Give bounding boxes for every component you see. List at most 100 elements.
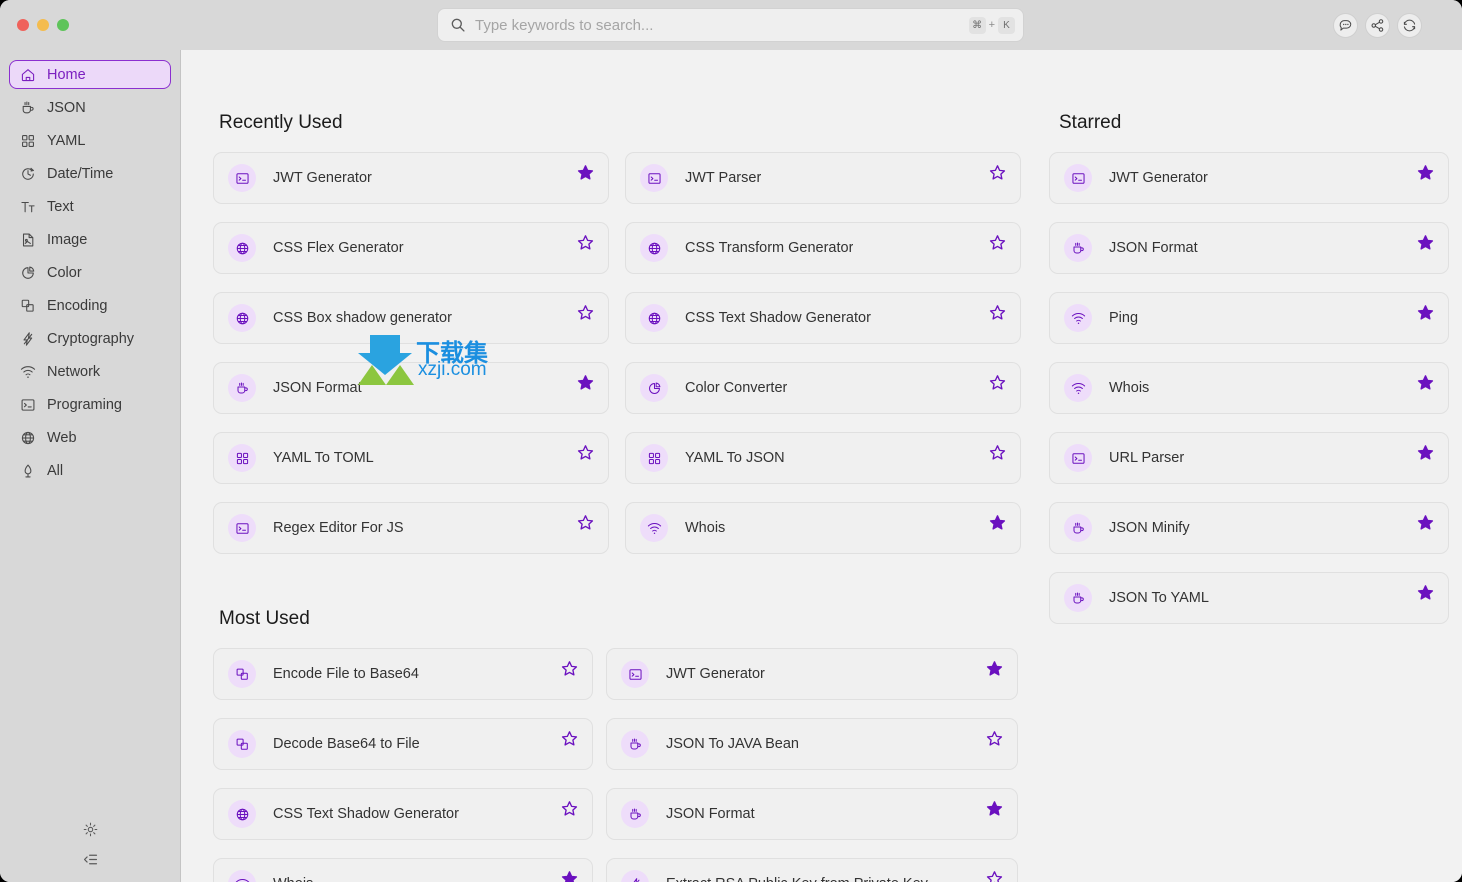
tool-card[interactable]: Color Converter <box>625 362 1021 414</box>
tool-card[interactable]: Decode Base64 to File <box>213 718 593 770</box>
tool-card-label: JSON Format <box>1109 240 1198 256</box>
star-filled-icon[interactable] <box>1417 374 1434 391</box>
star-outline-icon[interactable] <box>577 304 594 321</box>
sidebar-item-programing[interactable]: Programing <box>9 390 171 419</box>
tool-card[interactable]: JSON To JAVA Bean <box>606 718 1018 770</box>
shortcut-key-cmd: ⌘ <box>968 16 986 34</box>
sync-button[interactable] <box>1397 13 1422 38</box>
close-button[interactable] <box>17 19 29 31</box>
tool-card[interactable]: JWT Generator <box>606 648 1018 700</box>
tool-card[interactable]: Regex Editor For JS <box>213 502 609 554</box>
star-filled-icon[interactable] <box>561 870 578 882</box>
collapse-sidebar-button[interactable] <box>72 844 108 874</box>
tool-card[interactable]: JSON Minify <box>1049 502 1449 554</box>
star-outline-icon[interactable] <box>989 304 1006 321</box>
star-filled-icon[interactable] <box>1417 164 1434 181</box>
sidebar-item-cryptography[interactable]: Cryptography <box>9 324 171 353</box>
tool-card[interactable]: Whois <box>1049 362 1449 414</box>
share-button[interactable] <box>1365 13 1390 38</box>
tool-card-label: YAML To TOML <box>273 450 374 466</box>
star-filled-icon[interactable] <box>986 660 1003 677</box>
tool-card-label: JSON Format <box>273 380 362 396</box>
feedback-button[interactable] <box>1333 13 1358 38</box>
tool-card[interactable]: Encode File to Base64 <box>213 648 593 700</box>
tool-card[interactable]: Whois <box>625 502 1021 554</box>
star-filled-icon[interactable] <box>1417 444 1434 461</box>
sidebar-item-web[interactable]: Web <box>9 423 171 452</box>
image-icon <box>20 232 36 248</box>
cup-icon <box>1064 584 1092 612</box>
sidebar-item-image[interactable]: Image <box>9 225 171 254</box>
sidebar-item-json[interactable]: JSON <box>9 93 171 122</box>
tool-card[interactable]: Extract RSA Public Key from Private Key <box>606 858 1018 882</box>
minimize-button[interactable] <box>37 19 49 31</box>
star-filled-icon[interactable] <box>577 374 594 391</box>
shortcut-key-k: K <box>998 16 1015 34</box>
search-input[interactable] <box>475 16 969 34</box>
wifi-icon <box>640 514 668 542</box>
cup-icon <box>1064 234 1092 262</box>
star-outline-icon[interactable] <box>561 660 578 677</box>
star-outline-icon[interactable] <box>989 374 1006 391</box>
star-filled-icon[interactable] <box>1417 304 1434 321</box>
globe-icon <box>228 304 256 332</box>
sidebar-item-text[interactable]: Text <box>9 192 171 221</box>
tool-card-label: Whois <box>273 876 313 882</box>
sidebar-item-all[interactable]: All <box>9 456 171 485</box>
tool-card[interactable]: JWT Generator <box>213 152 609 204</box>
tool-card[interactable]: Ping <box>1049 292 1449 344</box>
sidebar-item-label: Text <box>47 198 74 215</box>
window-controls <box>17 19 69 31</box>
star-outline-icon[interactable] <box>561 800 578 817</box>
star-outline-icon[interactable] <box>577 234 594 251</box>
tool-card[interactable]: JSON Format <box>606 788 1018 840</box>
layers-icon <box>228 730 256 758</box>
star-filled-icon[interactable] <box>989 514 1006 531</box>
star-filled-icon[interactable] <box>1417 584 1434 601</box>
sidebar-item-encoding[interactable]: Encoding <box>9 291 171 320</box>
cup-icon <box>621 800 649 828</box>
search-bar[interactable]: ⌘ + K <box>437 8 1024 42</box>
cup-icon <box>228 374 256 402</box>
tool-card[interactable]: CSS Box shadow generator <box>213 292 609 344</box>
star-outline-icon[interactable] <box>989 444 1006 461</box>
tool-card[interactable]: CSS Flex Generator <box>213 222 609 274</box>
star-filled-icon[interactable] <box>1417 514 1434 531</box>
tool-card[interactable]: CSS Text Shadow Generator <box>625 292 1021 344</box>
tool-card[interactable]: URL Parser <box>1049 432 1449 484</box>
tool-card-label: Decode Base64 to File <box>273 736 420 752</box>
tool-card[interactable]: YAML To JSON <box>625 432 1021 484</box>
most-used-left-column: Encode File to Base64 Decode Base64 to F… <box>213 648 593 882</box>
star-outline-icon[interactable] <box>577 444 594 461</box>
star-outline-icon[interactable] <box>561 730 578 747</box>
tool-card[interactable]: CSS Transform Generator <box>625 222 1021 274</box>
star-outline-icon[interactable] <box>986 730 1003 747</box>
star-filled-icon[interactable] <box>577 164 594 181</box>
star-outline-icon[interactable] <box>989 234 1006 251</box>
tool-card[interactable]: JWT Parser <box>625 152 1021 204</box>
sidebar-item-color[interactable]: Color <box>9 258 171 287</box>
tool-card-label: CSS Transform Generator <box>685 240 854 256</box>
star-outline-icon[interactable] <box>989 164 1006 181</box>
tool-card[interactable]: YAML To TOML <box>213 432 609 484</box>
tool-card[interactable]: CSS Text Shadow Generator <box>213 788 593 840</box>
star-outline-icon[interactable] <box>986 870 1003 882</box>
maximize-button[interactable] <box>57 19 69 31</box>
star-outline-icon[interactable] <box>577 514 594 531</box>
sidebar-item-home[interactable]: Home <box>9 60 171 89</box>
sidebar-item-label: Programing <box>47 396 122 413</box>
tool-card[interactable]: JSON Format <box>1049 222 1449 274</box>
tool-card[interactable]: JSON Format <box>213 362 609 414</box>
tool-card[interactable]: JSON To YAML <box>1049 572 1449 624</box>
terminal-icon <box>640 164 668 192</box>
sidebar-item-date-time[interactable]: Date/Time <box>9 159 171 188</box>
sidebar-item-network[interactable]: Network <box>9 357 171 386</box>
tool-card[interactable]: JWT Generator <box>1049 152 1449 204</box>
tool-card[interactable]: Whois <box>213 858 593 882</box>
settings-button[interactable] <box>72 814 108 844</box>
star-filled-icon[interactable] <box>1417 234 1434 251</box>
star-filled-icon[interactable] <box>986 800 1003 817</box>
section-title-recently-used: Recently Used <box>219 112 343 133</box>
sidebar-item-yaml[interactable]: YAML <box>9 126 171 155</box>
sidebar-item-label: Web <box>47 429 77 446</box>
